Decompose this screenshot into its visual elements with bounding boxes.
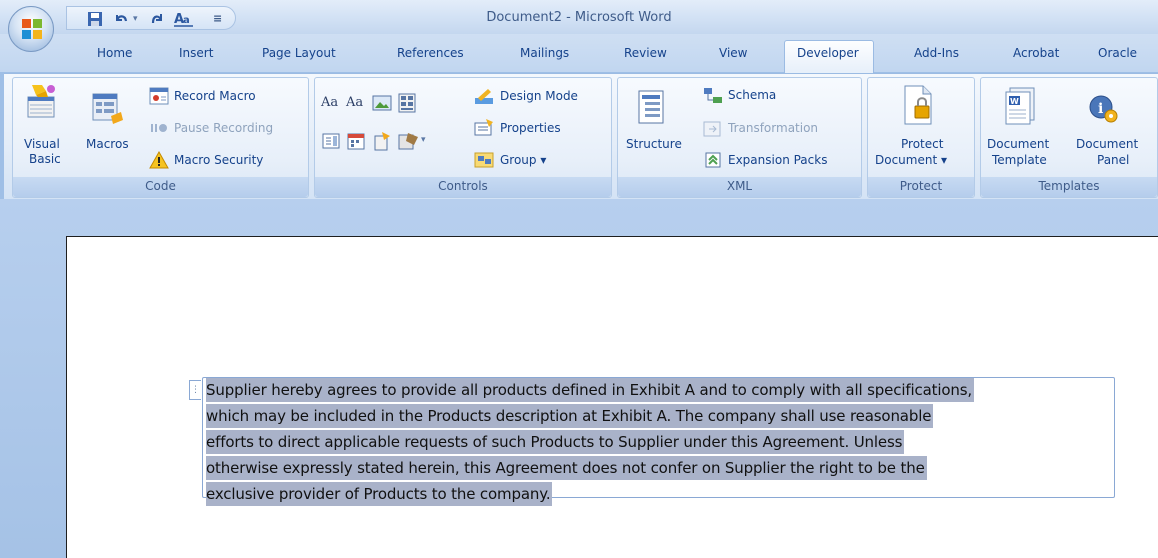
legacy-tools-icon[interactable] <box>373 131 391 151</box>
building-block-gallery-icon[interactable] <box>398 93 416 113</box>
svg-text:a: a <box>183 15 190 26</box>
expansion-packs-button[interactable]: Expansion Packs <box>728 153 827 167</box>
office-logo-icon <box>22 19 42 39</box>
combo-box-control-icon[interactable] <box>322 132 340 150</box>
pause-recording-button[interactable]: Pause Recording <box>174 121 273 135</box>
rich-text-control-button[interactable]: Aa <box>321 95 338 110</box>
tab-developer[interactable]: Developer <box>797 46 859 60</box>
office-button[interactable] <box>8 6 54 52</box>
design-mode-icon <box>475 89 493 104</box>
document-template-label-line2: Template <box>992 153 1047 167</box>
document-panel-button[interactable]: Document <box>1076 137 1138 151</box>
undo-icon[interactable] <box>113 10 129 28</box>
macro-security-button[interactable]: Macro Security <box>174 153 263 167</box>
undo-dropdown-icon[interactable]: ▾ <box>133 10 138 28</box>
visual-basic-button[interactable]: Visual <box>24 137 60 151</box>
quick-access-toolbar: ▾ A a ≡ <box>66 6 236 30</box>
date-picker-control-icon[interactable] <box>347 132 365 150</box>
tab-view[interactable]: View <box>719 46 747 60</box>
document-template-button[interactable]: Document <box>987 137 1049 151</box>
tab-oracle[interactable]: Oracle <box>1098 46 1137 60</box>
paragraph-line-3[interactable]: efforts to direct applicable requests of… <box>206 430 905 454</box>
content-control-handle[interactable]: ⋮ <box>189 380 201 400</box>
pause-recording-icon <box>151 124 167 132</box>
tab-home[interactable]: Home <box>97 46 132 60</box>
protect-document-label-line2: Document ▾ <box>875 153 948 167</box>
plain-text-control-button[interactable]: Aa <box>346 95 363 110</box>
paragraph-line-2[interactable]: which may be included in the Products de… <box>206 404 934 428</box>
structure-button[interactable]: Structure <box>626 137 682 151</box>
save-icon[interactable] <box>87 10 103 28</box>
transformation-button[interactable]: Transformation <box>728 121 818 135</box>
design-mode-button[interactable]: Design Mode <box>500 89 578 103</box>
tab-add-ins[interactable]: Add-Ins <box>914 46 959 60</box>
visual-basic-label-line2: Basic <box>29 152 61 166</box>
document-panel-label-line2: Panel <box>1097 153 1130 167</box>
properties-button[interactable]: Properties <box>500 121 561 135</box>
properties-icon <box>474 119 493 136</box>
paragraph-line-1[interactable]: Supplier hereby agrees to provide all pr… <box>206 378 975 402</box>
structure-icon[interactable] <box>636 90 666 126</box>
paragraph-line-4[interactable]: otherwise expressly stated herein, this … <box>206 456 927 480</box>
tab-references[interactable]: References <box>397 46 464 60</box>
document-panel-icon[interactable]: i <box>1088 92 1118 124</box>
picture-control-icon[interactable] <box>372 94 392 112</box>
record-macro-button[interactable]: Record Macro <box>174 89 256 103</box>
visual-basic-icon[interactable] <box>24 83 60 119</box>
legacy-forms-icon[interactable] <box>398 131 420 151</box>
svg-text:W: W <box>1010 97 1019 106</box>
protect-document-icon[interactable] <box>903 84 935 128</box>
templates-group-label: Templates <box>981 177 1157 197</box>
record-macro-icon <box>149 87 169 105</box>
controls-group-label: Controls <box>315 177 611 197</box>
tab-review[interactable]: Review <box>624 46 667 60</box>
macro-security-icon <box>149 151 169 169</box>
group-button[interactable]: Group ▾ <box>500 153 546 167</box>
macros-button[interactable]: Macros <box>86 137 129 151</box>
tab-insert[interactable]: Insert <box>179 46 213 60</box>
protect-document-button[interactable]: Protect <box>901 137 943 151</box>
spelling-icon[interactable]: A a <box>173 10 195 28</box>
paragraph-line-5[interactable]: exclusive provider of Products to the co… <box>206 482 553 506</box>
xml-group-label: XML <box>618 177 861 197</box>
document-template-icon[interactable]: W <box>1004 84 1038 128</box>
code-group-label: Code <box>13 177 308 197</box>
ribbon-tab-row <box>0 34 1158 72</box>
svg-text:i: i <box>1098 101 1103 117</box>
transformation-icon <box>703 121 721 137</box>
redo-icon[interactable] <box>149 10 165 28</box>
group-icon <box>474 152 494 168</box>
legacy-forms-dropdown-icon[interactable]: ▾ <box>421 135 426 145</box>
tab-page-layout[interactable]: Page Layout <box>262 46 336 60</box>
schema-button[interactable]: Schema <box>728 88 776 102</box>
protect-group-label: Protect <box>868 177 974 197</box>
customize-qat-button[interactable]: ≡ <box>213 10 222 28</box>
schema-icon <box>704 88 722 103</box>
expansion-packs-icon <box>705 152 721 168</box>
macros-icon[interactable] <box>91 90 123 130</box>
tab-mailings[interactable]: Mailings <box>520 46 569 60</box>
tab-acrobat[interactable]: Acrobat <box>1013 46 1059 60</box>
